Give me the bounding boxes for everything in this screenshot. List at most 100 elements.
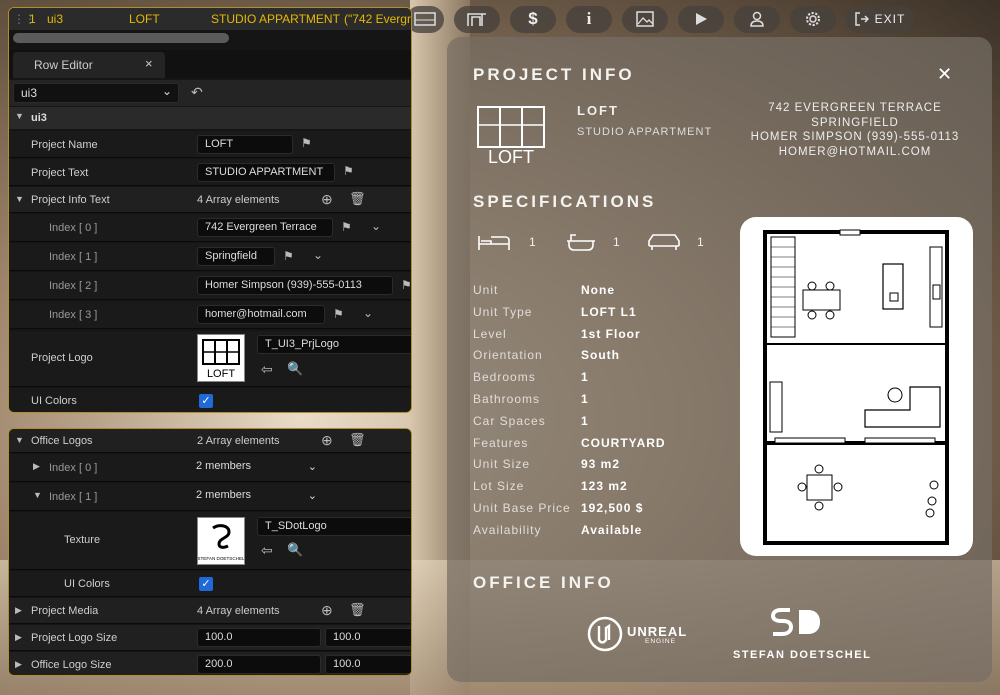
collapse-triangle-icon[interactable]: ▼ [15, 435, 24, 445]
exit-label: EXIT [874, 12, 906, 26]
address-line: SPRINGFIELD [811, 116, 899, 129]
flag-icon[interactable]: ⚑ [343, 164, 354, 178]
info-text-item-input[interactable]: homer@hotmail.com [197, 305, 325, 324]
chevron-down-icon[interactable]: ⌄ [313, 248, 323, 262]
spec-value: Available [581, 522, 643, 537]
texture-thumbnail[interactable]: STEFAN DOETSCHEL [197, 517, 245, 565]
collapse-triangle-icon[interactable]: ▼ [15, 194, 24, 204]
spec-value: 192,500 $ [581, 501, 644, 515]
unreal-logo-text: UNREAL [627, 624, 688, 639]
add-element-icon[interactable]: ⊕ [321, 602, 333, 619]
office-size-y-input[interactable]: 100.0 [325, 655, 411, 674]
building-icon-button[interactable] [454, 5, 500, 33]
user-icon-button[interactable] [734, 5, 780, 33]
project-media-row: ▶ Project Media 4 Array elements ⊕ 🗑 [9, 598, 411, 624]
expand-triangle-icon[interactable]: ▶ [15, 659, 22, 670]
delete-all-icon[interactable]: 🗑 [349, 432, 366, 448]
horizontal-scrollbar[interactable] [13, 33, 229, 43]
specifications-title: SPECIFICATIONS [473, 192, 657, 211]
project-logo-thumbnail[interactable]: LOFT [197, 334, 245, 382]
info-text-item-input[interactable]: Springfield [197, 247, 275, 266]
info-text-item-input[interactable]: 742 Evergreen Terrace [197, 218, 333, 237]
add-element-icon[interactable]: ⊕ [321, 432, 333, 449]
flag-icon[interactable]: ⚑ [283, 249, 294, 263]
browse-icon[interactable]: 🔍 [287, 542, 303, 558]
office-index-1-value: 2 members [196, 489, 252, 501]
row-text: STUDIO APPARTMENT [211, 12, 340, 26]
ui-colors-2-checkbox[interactable]: ✓ [199, 577, 213, 591]
office-index-0-dropdown[interactable]: 2 members ⌄ [189, 458, 321, 477]
texture-asset-field[interactable]: T_SDotLogo [257, 517, 411, 536]
project-name-input[interactable]: LOFT [197, 135, 293, 154]
row-select-dropdown[interactable]: ui3 ⌄ [13, 83, 179, 103]
browse-icon[interactable]: 🔍 [287, 361, 303, 377]
settings-gear-icon-button[interactable] [790, 5, 836, 33]
spec-label: Features [473, 435, 529, 450]
office-size-y: 100.0 [333, 658, 361, 670]
spec-label: Level [473, 326, 507, 341]
collapse-triangle-icon: ▼ [15, 111, 24, 121]
address-line: HOMER SIMPSON (939)-555-0113 [750, 131, 960, 143]
spec-value: 1 [581, 413, 589, 428]
project-logo-asset-field[interactable]: T_UI3_PrjLogo [257, 335, 411, 354]
ui-colors-checkbox[interactable]: ✓ [199, 394, 213, 408]
gallery-icon-button[interactable] [622, 5, 668, 33]
row-select-value: ui3 [21, 86, 38, 100]
info-text-item-input[interactable]: Homer Simpson (939)-555-0113 [197, 276, 393, 295]
top-toolbar: $ i EXIT [406, 5, 914, 33]
tab-strip: Row Editor × [9, 50, 411, 78]
ui-colors-row: UI Colors ✓ [9, 388, 411, 412]
undo-icon[interactable]: ↶ [191, 84, 203, 101]
chevron-down-icon[interactable]: ⌄ [363, 306, 373, 320]
project-logo-asset: T_UI3_PrjLogo [265, 338, 339, 350]
exit-button[interactable]: EXIT [846, 5, 914, 33]
texture-thumbnail-text: STEFAN DOETSCHEL [198, 556, 244, 561]
spec-label: Availability [473, 522, 542, 537]
texture-asset: T_SDotLogo [265, 520, 327, 532]
delete-all-icon[interactable]: 🗑 [349, 602, 366, 618]
expand-triangle-icon[interactable]: ▶ [15, 632, 22, 643]
play-icon-button[interactable] [678, 5, 724, 33]
unreal-engine-logo: UNREAL ENGINE [587, 614, 697, 654]
info-icon-button[interactable]: i [566, 5, 612, 33]
tab-close-icon[interactable]: × [145, 56, 153, 71]
spec-value: None [581, 283, 615, 297]
spec-value: COURTYARD [581, 435, 666, 450]
office-size-x-input[interactable]: 200.0 [197, 655, 321, 674]
amenity-icons-row: 1 1 1 [477, 232, 727, 254]
use-selected-icon[interactable]: ⇦ [261, 542, 273, 559]
project-name-label: Project Name [31, 139, 98, 151]
ui-colors-label: UI Colors [31, 395, 77, 407]
flag-icon[interactable]: ⚑ [333, 307, 344, 321]
flag-icon[interactable]: ⚑ [401, 278, 411, 292]
bed-count: 1 [529, 235, 536, 249]
spec-label: Orientation [473, 348, 543, 363]
project-logo-size-row: ▶ Project Logo Size 100.0 100.0 [9, 625, 411, 651]
row-editor-panel: ⋮⋮ 1 ui3 LOFT STUDIO APPARTMENT ("742 Ev… [8, 7, 412, 413]
sd-monogram-icon [770, 608, 820, 636]
chevron-down-icon[interactable]: ⌄ [371, 219, 381, 233]
expand-triangle-icon[interactable]: ▶ [15, 605, 22, 616]
bed-icon [478, 236, 510, 250]
flag-icon[interactable]: ⚑ [301, 136, 312, 150]
collapse-triangle-icon[interactable]: ▼ [33, 490, 42, 500]
office-index-1-dropdown[interactable]: 2 members ⌄ [189, 487, 321, 506]
bathtub-icon [567, 234, 595, 251]
add-element-icon[interactable]: ⊕ [321, 191, 333, 208]
tab-row-editor-label: Row Editor [34, 58, 93, 72]
use-selected-icon[interactable]: ⇦ [261, 361, 273, 378]
data-table-row-header[interactable]: ⋮⋮ 1 ui3 LOFT STUDIO APPARTMENT ("742 Ev… [9, 8, 411, 30]
floor-plan-image[interactable] [740, 217, 973, 556]
price-icon-button[interactable]: $ [510, 5, 556, 33]
project-text-input[interactable]: STUDIO APPARTMENT [197, 163, 335, 182]
close-icon[interactable]: ✕ [937, 64, 952, 85]
project-info-title: PROJECT INFO [473, 65, 635, 84]
delete-all-icon[interactable]: 🗑 [349, 191, 366, 207]
logo-size-y-input[interactable]: 100.0 [325, 628, 411, 647]
section-header[interactable]: ▼ ui3 [9, 107, 411, 129]
tab-row-editor[interactable]: Row Editor × [13, 52, 165, 78]
flag-icon[interactable]: ⚑ [341, 220, 352, 234]
logo-size-x-input[interactable]: 100.0 [197, 628, 321, 647]
office-logos-label: Office Logos [31, 435, 93, 447]
expand-triangle-icon[interactable]: ▶ [33, 461, 40, 472]
